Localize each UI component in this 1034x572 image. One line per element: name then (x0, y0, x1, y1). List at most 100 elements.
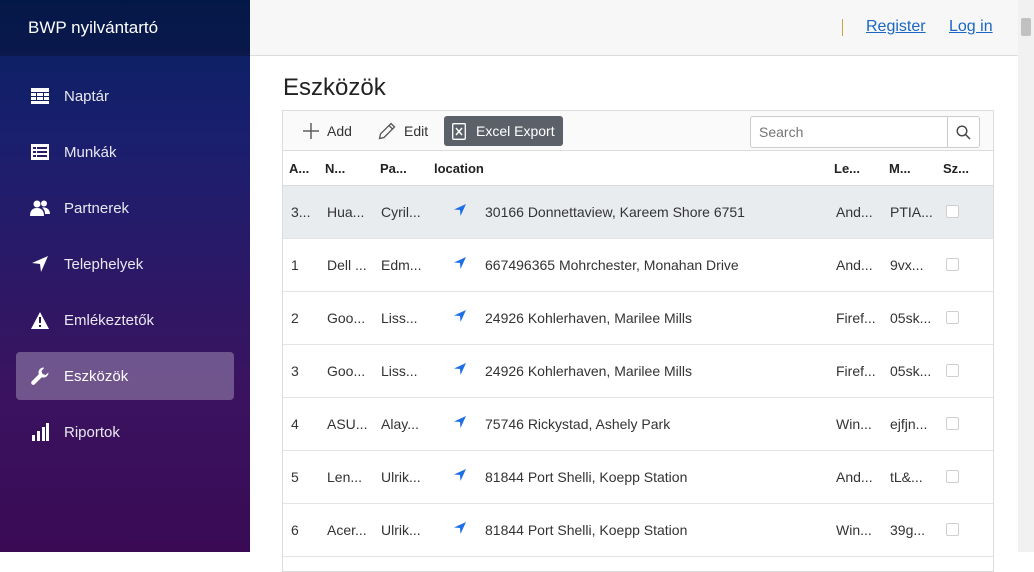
register-link[interactable]: Register (866, 18, 926, 36)
bar-chart-icon (30, 422, 50, 442)
search-button[interactable] (947, 117, 979, 147)
cell-a: 6 (291, 522, 299, 538)
pencil-icon (378, 122, 396, 140)
app-title[interactable]: BWP nyilvántartó (0, 0, 250, 56)
row-checkbox[interactable] (946, 205, 959, 218)
sidebar-item-label: Naptár (64, 87, 110, 105)
sidebar-item-label: Riportok (64, 423, 120, 441)
sidebar-item-munkak[interactable]: Munkák (16, 128, 234, 176)
scrollbar[interactable] (1018, 0, 1034, 552)
login-link[interactable]: Log in (949, 18, 993, 36)
cell-pa: Liss... (381, 310, 418, 326)
cell-pa: Edm... (381, 257, 422, 273)
table-row[interactable]: 5 Len... Ulrik... 81844 Port Shelli, Koe… (283, 451, 993, 504)
cell-m: 05sk... (890, 310, 932, 326)
cell-location: 75746 Rickystad, Ashely Park (485, 416, 671, 432)
cell-n: Acer... (327, 522, 367, 538)
cell-a: 5 (291, 469, 299, 485)
table-row[interactable]: 1 Dell ... Edm... 667496365 Mohrchester,… (283, 239, 993, 292)
cell-m: 9vx... (890, 257, 924, 273)
edit-button[interactable]: Edit (378, 116, 428, 146)
cell-pa: Ulrik... (381, 522, 421, 538)
add-label: Add (327, 123, 352, 139)
column-header[interactable]: Sz... (943, 161, 969, 176)
divider (842, 19, 843, 36)
sidebar-item-riportok[interactable]: Riportok (16, 408, 234, 456)
users-icon (30, 198, 50, 218)
row-checkbox[interactable] (946, 470, 959, 483)
row-checkbox[interactable] (946, 258, 959, 271)
search-box (750, 116, 980, 148)
cell-n: Hua... (327, 204, 365, 220)
table-row[interactable]: 3... Hua... Cyril... 30166 Donnettaview,… (283, 186, 993, 239)
row-checkbox[interactable] (946, 417, 959, 430)
location-arrow-icon[interactable] (453, 203, 467, 220)
cell-le: Firef... (836, 310, 876, 326)
row-checkbox[interactable] (946, 523, 959, 536)
column-header[interactable]: A... (289, 161, 309, 176)
location-arrow-icon[interactable] (453, 362, 467, 379)
table-row[interactable]: 4 ASU... Alay... 75746 Rickystad, Ashely… (283, 398, 993, 451)
cell-a: 1 (291, 257, 299, 273)
cell-le: And... (836, 469, 873, 485)
sidebar-item-label: Eszközök (64, 367, 129, 385)
cell-pa: Ulrik... (381, 469, 421, 485)
sidebar-item-label: Partnerek (64, 199, 130, 217)
grid-toolbar: Add Edit Excel Export (283, 111, 993, 151)
plus-icon (303, 123, 319, 139)
row-checkbox[interactable] (946, 311, 959, 324)
location-arrow-icon[interactable] (453, 521, 467, 538)
calendar-icon (30, 86, 50, 106)
cell-a: 3... (291, 204, 311, 220)
sidebar-item-naptar[interactable]: Naptár (16, 72, 234, 120)
cell-le: And... (836, 257, 873, 273)
column-header[interactable]: location (434, 161, 484, 176)
wrench-icon (30, 366, 50, 386)
sidebar-item-eszkozok[interactable]: Eszközök (16, 352, 234, 400)
column-header[interactable]: N... (325, 161, 345, 176)
sidebar-item-telephelyek[interactable]: Telephelyek (16, 240, 234, 288)
location-arrow-icon[interactable] (453, 309, 467, 326)
search-input[interactable] (751, 117, 948, 147)
location-arrow-icon[interactable] (453, 468, 467, 485)
table-row[interactable]: 3 Goo... Liss... 24926 Kohlerhaven, Mari… (283, 345, 993, 398)
sidebar-item-label: Emlékeztetők (64, 311, 155, 329)
location-arrow-icon[interactable] (453, 256, 467, 273)
table-row[interactable]: 2 Goo... Liss... 24926 Kohlerhaven, Mari… (283, 292, 993, 345)
sidebar-item-label: Munkák (64, 143, 117, 161)
list-icon (30, 142, 50, 162)
location-arrow-icon[interactable] (453, 415, 467, 432)
sidebar: BWP nyilvántartó Naptár Munkák Partnerek… (0, 0, 250, 552)
page-title: Eszközök (283, 74, 386, 101)
column-header[interactable]: M... (889, 161, 911, 176)
location-arrow-icon (30, 254, 50, 274)
row-checkbox[interactable] (946, 364, 959, 377)
cell-n: Len... (327, 469, 363, 485)
sidebar-item-partnerek[interactable]: Partnerek (16, 184, 234, 232)
cell-location: 24926 Kohlerhaven, Marilee Mills (485, 363, 692, 379)
cell-m: 39g... (890, 522, 926, 538)
table-header: A... N... Pa... location Le... M... Sz..… (283, 151, 993, 186)
cell-n: ASU... (327, 416, 368, 432)
top-bar: Register Log in (250, 0, 1018, 56)
cell-location: 667496365 Mohrchester, Monahan Drive (485, 257, 739, 273)
cell-location: 24926 Kohlerhaven, Marilee Mills (485, 310, 692, 326)
column-header[interactable]: Le... (834, 161, 860, 176)
table-row[interactable]: 6 Acer... Ulrik... 81844 Port Shelli, Ko… (283, 504, 993, 557)
sidebar-item-emlekeztetok[interactable]: Emlékeztetők (16, 296, 234, 344)
data-grid: Add Edit Excel Export A... N... Pa... (282, 110, 994, 572)
cell-m: PTIA... (890, 204, 933, 220)
excel-export-button[interactable]: Excel Export (444, 116, 563, 146)
cell-n: Goo... (327, 310, 366, 326)
cell-m: 05sk... (890, 363, 932, 379)
cell-location: 81844 Port Shelli, Koepp Station (485, 469, 688, 485)
cell-pa: Liss... (381, 363, 418, 379)
search-icon (956, 124, 971, 140)
cell-le: Firef... (836, 363, 876, 379)
add-button[interactable]: Add (303, 116, 352, 146)
cell-n: Goo... (327, 363, 366, 379)
scrollbar-thumb[interactable] (1021, 18, 1031, 36)
column-header[interactable]: Pa... (380, 161, 407, 176)
cell-a: 3 (291, 363, 299, 379)
sidebar-item-label: Telephelyek (64, 255, 144, 273)
